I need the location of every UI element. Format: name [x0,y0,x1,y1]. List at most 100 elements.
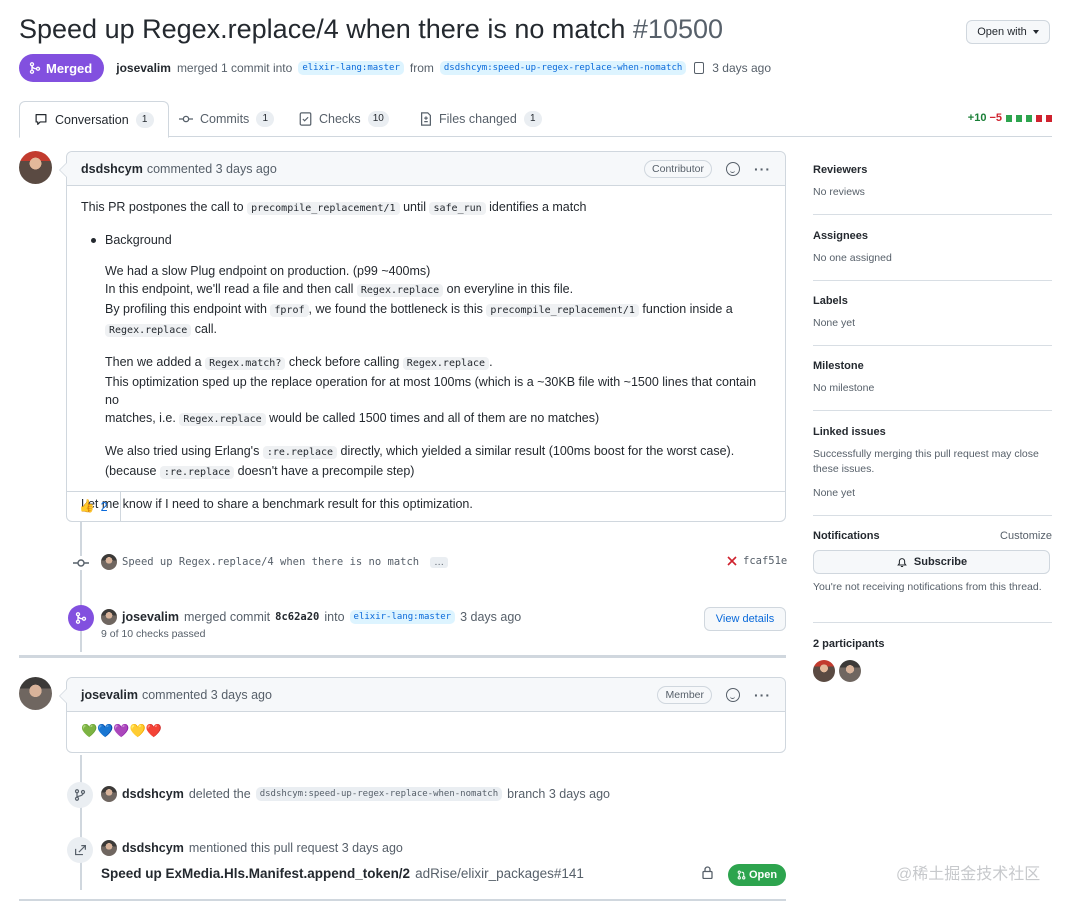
subscribe-button[interactable]: Subscribe [813,550,1050,574]
avatar[interactable] [101,609,117,625]
timeline-line [80,522,82,652]
timeline-line [80,755,82,890]
comment-icon [35,114,47,125]
sidebar-value: None yet [813,487,856,499]
sidebar-description: Successfully merging this pull request m… [813,448,1039,475]
sidebar-reviewers: Reviewers No reviews [813,164,1052,215]
kebab-menu-icon[interactable]: ··· [754,161,771,177]
author-link[interactable]: josevalim [116,61,171,75]
avatar[interactable] [19,151,52,184]
customize-link[interactable]: Customize [1000,530,1052,542]
open-with-button[interactable]: Open with [966,20,1050,44]
deletions-count: −5 [989,112,1002,124]
event-author[interactable]: dsdshcym [122,787,184,801]
paragraph: We had a slow Plug endpoint on productio… [105,264,733,337]
smiley-icon[interactable] [726,687,740,702]
x-icon[interactable] [727,556,737,566]
thumbs-up-icon: 👍 [79,499,95,513]
event-author[interactable]: josevalim [122,610,179,624]
head-branch[interactable]: dsdshcym:speed-up-regex-replace-when-nom… [439,61,687,75]
sidebar-assignees: Assignees No one assigned [813,230,1052,281]
avatar[interactable] [101,554,117,570]
comment-author[interactable]: josevalim [81,688,138,702]
tab-conversation[interactable]: Conversation 1 [19,101,169,138]
open-status-badge: Open [728,864,786,886]
referenced-pr: Speed up ExMedia.Hls.Manifest.append_tok… [101,866,584,881]
avatar[interactable] [19,677,52,710]
tab-counter: 1 [135,111,154,128]
comment-josevalim: josevalim commented 3 days ago Member ··… [59,677,786,753]
reaction-count: 2 [100,499,108,514]
sidebar-heading[interactable]: Labels [813,295,1052,307]
event-time[interactable]: 3 days ago [460,610,521,624]
merge-sha[interactable]: 8c62a20 [275,611,319,623]
referenced-pr-title[interactable]: Speed up ExMedia.Hls.Manifest.append_tok… [101,866,410,881]
sidebar-heading[interactable]: Assignees [813,230,1052,242]
base-branch[interactable]: elixir-lang:master [298,61,404,75]
comment-timestamp[interactable]: commented 3 days ago [147,162,277,176]
copy-icon[interactable] [694,62,705,74]
tab-label: Checks [319,112,361,126]
git-branch-icon [74,789,86,801]
diffstat-block [1026,114,1032,122]
comment-author[interactable]: dsdshcym [81,162,143,176]
sidebar-linked-issues: Linked issues Successfully merging this … [813,426,1052,516]
referenced-pr-repo[interactable]: adRise/elixir_packages#141 [415,866,584,881]
avatar[interactable] [839,660,861,682]
comment-body: 💚💙💜💛❤️ [81,723,162,738]
timeline-divider [19,899,786,901]
comment-timestamp[interactable]: commented 3 days ago [142,688,272,702]
diffstat: +10 −5 [968,112,1052,124]
tab-counter: 10 [367,111,389,127]
sidebar-heading[interactable]: Linked issues [813,426,1052,438]
event-text: deleted the [188,787,251,801]
merge-event: josevalim merged commit 8c62a20 into eli… [101,609,521,625]
sidebar-heading[interactable]: Milestone [813,360,1052,372]
branch-badge [67,782,93,808]
sidebar-heading: Notifications Customize [813,530,1052,542]
tab-label: Commits [200,112,250,126]
paragraph: We also tried using Erlang's :re.replace… [105,444,735,479]
subscribe-label: Subscribe [913,556,968,568]
open-with-label: Open with [977,26,1027,38]
avatar[interactable] [101,840,117,856]
mention-event: dsdshcym mentioned this pull request 3 d… [101,840,403,856]
event-author[interactable]: dsdshcym [122,841,184,855]
commit-sha[interactable]: fcaf51e [743,555,787,567]
sidebar-value: None yet [813,317,856,329]
comment-body: This PR postpones the call to precompile… [67,186,785,525]
cross-reference-icon [74,844,86,855]
sidebar-value: No milestone [813,382,875,394]
tab-files-changed[interactable]: Files changed 1 [420,101,542,137]
merge-icon [75,612,87,624]
diffstat-block [1036,114,1042,122]
event-time: branch 3 days ago [507,787,610,801]
tab-checks[interactable]: Checks 10 [299,101,389,137]
lock-icon [702,866,713,879]
delete-branch-event: dsdshcym deleted the dsdshcym:speed-up-r… [101,786,610,802]
sidebar-heading[interactable]: Reviewers [813,164,1052,176]
kebab-menu-icon[interactable]: ··· [754,687,771,703]
status-label: Merged [46,60,93,76]
tab-counter: 1 [256,111,275,127]
tab-label: Conversation [55,112,129,127]
timeline-divider [19,655,786,658]
pr-number[interactable]: #10500 [633,14,723,44]
avatar[interactable] [813,660,835,682]
smiley-icon[interactable] [726,161,740,176]
checklist-icon [299,112,312,126]
comment-dsdshcym: dsdshcym commented 3 days ago Contributo… [59,151,786,525]
sidebar-value: No one assigned [813,252,892,264]
thumbs-up-reaction[interactable]: 👍 2 [67,491,121,522]
status-badge: Merged [19,54,105,82]
commit-status: fcaf51e [727,555,787,567]
caret-down-icon [1032,30,1039,34]
avatar[interactable] [101,786,117,802]
commit-message[interactable]: Speed up Regex.replace/4 when there is n… [122,556,419,568]
base-branch[interactable]: elixir-lang:master [349,610,456,624]
expand-commit-button[interactable]: … [430,556,449,568]
view-details-button[interactable]: View details [704,607,786,631]
commit-event: Speed up Regex.replace/4 when there is n… [101,554,449,570]
event-text: into [324,610,345,624]
tab-commits[interactable]: Commits 1 [179,101,275,137]
